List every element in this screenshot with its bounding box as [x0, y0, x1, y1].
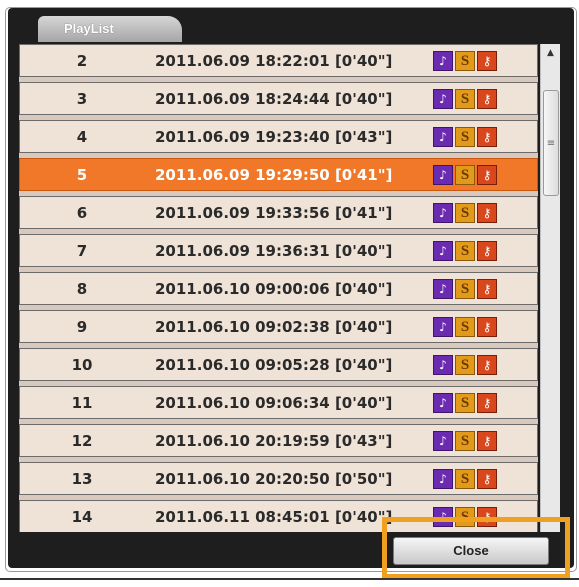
playlist-row[interactable]: 9 2011.06.10 09:02:38 [0'40"] ♪ S ⚷	[19, 310, 538, 343]
row-datetime: 2011.06.10 09:06:34 [0'40"]	[155, 394, 393, 412]
key-icon[interactable]: ⚷	[477, 393, 497, 413]
key-icon[interactable]: ⚷	[477, 431, 497, 451]
s-badge-icon[interactable]: S	[455, 241, 475, 261]
s-badge-icon[interactable]: S	[455, 203, 475, 223]
row-datetime: 2011.06.10 09:00:06 [0'40"]	[155, 280, 393, 298]
music-note-icon[interactable]: ♪	[433, 89, 453, 109]
row-datetime: 2011.06.10 20:20:50 [0'50"]	[155, 470, 393, 488]
playlist-row[interactable]: 4 2011.06.09 19:23:40 [0'43"] ♪ S ⚷	[19, 120, 538, 153]
key-icon[interactable]: ⚷	[477, 203, 497, 223]
row-datetime: 2011.06.10 09:02:38 [0'40"]	[155, 318, 393, 336]
row-actions: ♪ S ⚷	[433, 165, 497, 185]
playlist-row[interactable]: 7 2011.06.09 19:36:31 [0'40"] ♪ S ⚷	[19, 234, 538, 267]
row-actions: ♪ S ⚷	[433, 127, 497, 147]
row-actions: ♪ S ⚷	[433, 203, 497, 223]
s-badge-icon[interactable]: S	[455, 431, 475, 451]
row-datetime: 2011.06.09 19:29:50 [0'41"]	[155, 166, 393, 184]
row-number: 9	[76, 318, 88, 336]
playlist-row[interactable]: 8 2011.06.10 09:00:06 [0'40"] ♪ S ⚷	[19, 272, 538, 305]
row-actions: ♪ S ⚷	[433, 431, 497, 451]
row-actions: ♪ S ⚷	[433, 507, 497, 527]
row-number: 10	[71, 356, 93, 374]
row-datetime: 2011.06.10 09:05:28 [0'40"]	[155, 356, 393, 374]
s-badge-icon[interactable]: S	[455, 317, 475, 337]
vertical-scrollbar[interactable]: ▲ ≡	[540, 44, 560, 532]
row-datetime: 2011.06.09 18:22:01 [0'40"]	[155, 52, 393, 70]
row-number: 6	[76, 204, 88, 222]
key-icon[interactable]: ⚷	[477, 241, 497, 261]
music-note-icon[interactable]: ♪	[433, 51, 453, 71]
row-number: 11	[71, 394, 93, 412]
playlist-list: 2 2011.06.09 18:22:01 [0'40"] ♪ S ⚷ 3 2011.06.…	[19, 44, 538, 532]
row-actions: ♪ S ⚷	[433, 241, 497, 261]
key-icon[interactable]: ⚷	[477, 127, 497, 147]
key-icon[interactable]: ⚷	[477, 165, 497, 185]
close-button[interactable]: Close	[393, 537, 549, 565]
grip-icon: ≡	[546, 137, 556, 149]
row-number: 3	[76, 90, 88, 108]
music-note-icon[interactable]: ♪	[433, 127, 453, 147]
music-note-icon[interactable]: ♪	[433, 203, 453, 223]
key-icon[interactable]: ⚷	[477, 89, 497, 109]
playlist-row[interactable]: 10 2011.06.10 09:05:28 [0'40"] ♪ S ⚷	[19, 348, 538, 381]
scroll-up-arrow-icon[interactable]: ▲	[541, 44, 560, 62]
playlist-row[interactable]: 14 2011.06.11 08:45:01 [0'40"] ♪ S ⚷	[19, 500, 538, 532]
row-number: 13	[71, 470, 93, 488]
music-note-icon[interactable]: ♪	[433, 393, 453, 413]
row-actions: ♪ S ⚷	[433, 51, 497, 71]
row-actions: ♪ S ⚷	[433, 317, 497, 337]
row-number: 2	[76, 52, 88, 70]
music-note-icon[interactable]: ♪	[433, 165, 453, 185]
music-note-icon[interactable]: ♪	[433, 507, 453, 527]
row-actions: ♪ S ⚷	[433, 355, 497, 375]
music-note-icon[interactable]: ♪	[433, 469, 453, 489]
playlist-row[interactable]: 11 2011.06.10 09:06:34 [0'40"] ♪ S ⚷	[19, 386, 538, 419]
row-actions: ♪ S ⚷	[433, 469, 497, 489]
key-icon[interactable]: ⚷	[477, 355, 497, 375]
row-datetime: 2011.06.09 18:24:44 [0'40"]	[155, 90, 393, 108]
row-datetime: 2011.06.10 20:19:59 [0'43"]	[155, 432, 393, 450]
music-note-icon[interactable]: ♪	[433, 279, 453, 299]
music-note-icon[interactable]: ♪	[433, 355, 453, 375]
key-icon[interactable]: ⚷	[477, 507, 497, 527]
playlist-row[interactable]: 12 2011.06.10 20:19:59 [0'43"] ♪ S ⚷	[19, 424, 538, 457]
row-actions: ♪ S ⚷	[433, 279, 497, 299]
playlist-row[interactable]: 5 2011.06.09 19:29:50 [0'41"] ♪ S ⚷	[19, 158, 538, 191]
playlist-row[interactable]: 3 2011.06.09 18:24:44 [0'40"] ♪ S ⚷	[19, 82, 538, 115]
playlist-row[interactable]: 2 2011.06.09 18:22:01 [0'40"] ♪ S ⚷	[19, 44, 538, 77]
s-badge-icon[interactable]: S	[455, 507, 475, 527]
scrollbar-thumb[interactable]: ≡	[543, 90, 559, 196]
row-datetime: 2011.06.09 19:36:31 [0'40"]	[155, 242, 393, 260]
row-actions: ♪ S ⚷	[433, 89, 497, 109]
key-icon[interactable]: ⚷	[477, 279, 497, 299]
s-badge-icon[interactable]: S	[455, 51, 475, 71]
s-badge-icon[interactable]: S	[455, 355, 475, 375]
tab-playlist[interactable]: PlayList	[38, 16, 182, 42]
row-datetime: 2011.06.09 19:23:40 [0'43"]	[155, 128, 393, 146]
s-badge-icon[interactable]: S	[455, 469, 475, 489]
playlist-row[interactable]: 13 2011.06.10 20:20:50 [0'50"] ♪ S ⚷	[19, 462, 538, 495]
key-icon[interactable]: ⚷	[477, 51, 497, 71]
row-number: 14	[71, 508, 93, 526]
row-datetime: 2011.06.11 08:45:01 [0'40"]	[155, 508, 393, 526]
music-note-icon[interactable]: ♪	[433, 317, 453, 337]
s-badge-icon[interactable]: S	[455, 127, 475, 147]
s-badge-icon[interactable]: S	[455, 165, 475, 185]
s-badge-icon[interactable]: S	[455, 393, 475, 413]
row-number: 4	[76, 128, 88, 146]
row-number: 12	[71, 432, 93, 450]
row-number: 7	[76, 242, 88, 260]
s-badge-icon[interactable]: S	[455, 89, 475, 109]
playlist-row[interactable]: 6 2011.06.09 19:33:56 [0'41"] ♪ S ⚷	[19, 196, 538, 229]
music-note-icon[interactable]: ♪	[433, 241, 453, 261]
s-badge-icon[interactable]: S	[455, 279, 475, 299]
row-number: 5	[76, 166, 88, 184]
music-note-icon[interactable]: ♪	[433, 431, 453, 451]
row-datetime: 2011.06.09 19:33:56 [0'41"]	[155, 204, 393, 222]
divider	[0, 578, 579, 580]
row-number: 8	[76, 280, 88, 298]
key-icon[interactable]: ⚷	[477, 317, 497, 337]
key-icon[interactable]: ⚷	[477, 469, 497, 489]
row-actions: ♪ S ⚷	[433, 393, 497, 413]
